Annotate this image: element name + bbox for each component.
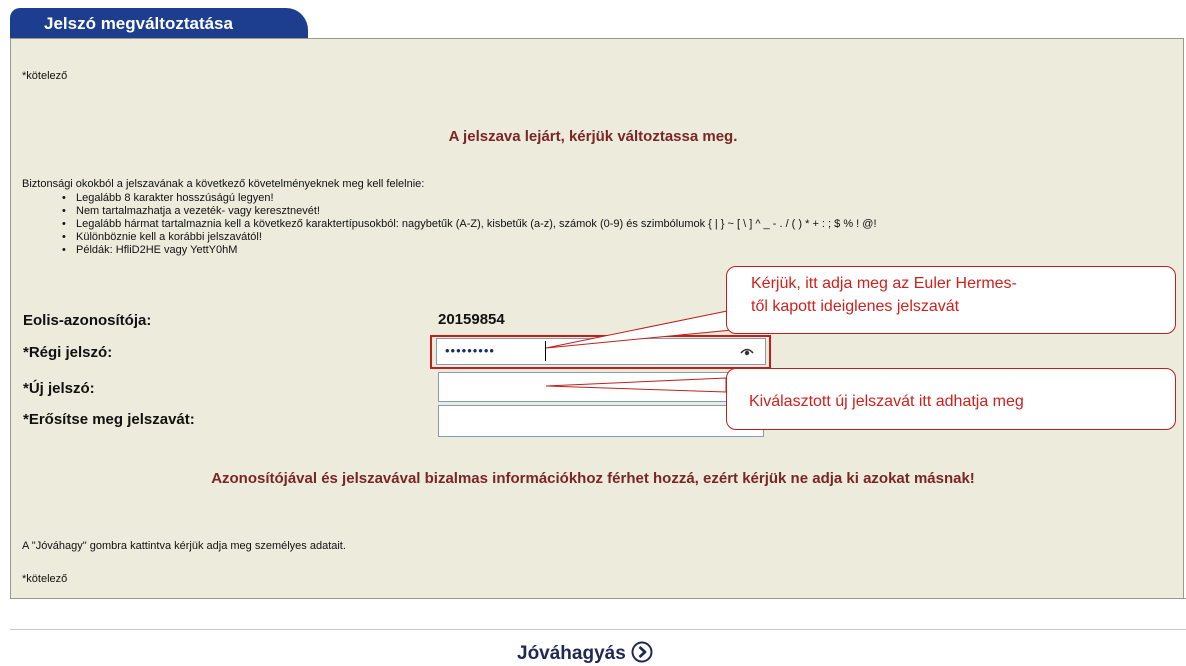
security-warning: Azonosítójával és jelszavával bizalmas i… xyxy=(211,470,975,487)
new-password-callout-text: Kiválasztott új jelszavát itt adhatja me… xyxy=(749,393,1024,410)
required-note-bottom: *kötelező xyxy=(22,573,68,585)
new-password-callout: Kiválasztott új jelszavát itt adhatja me… xyxy=(726,368,1176,430)
arrow-right-circle-icon[interactable] xyxy=(631,641,653,663)
approve-button[interactable]: Jóváhagyás xyxy=(517,643,626,665)
old-password-callout-line2: től kapott ideiglenes jelszavát xyxy=(751,298,960,315)
approve-instruction: A "Jóváhagy" gombra kattintva kérjük adj… xyxy=(22,540,346,552)
old-password-callout: Kérjük, itt adja meg az Euler Hermes- tő… xyxy=(726,266,1176,334)
old-password-callout-line1: Kérjük, itt adja meg az Euler Hermes- xyxy=(751,275,1017,292)
